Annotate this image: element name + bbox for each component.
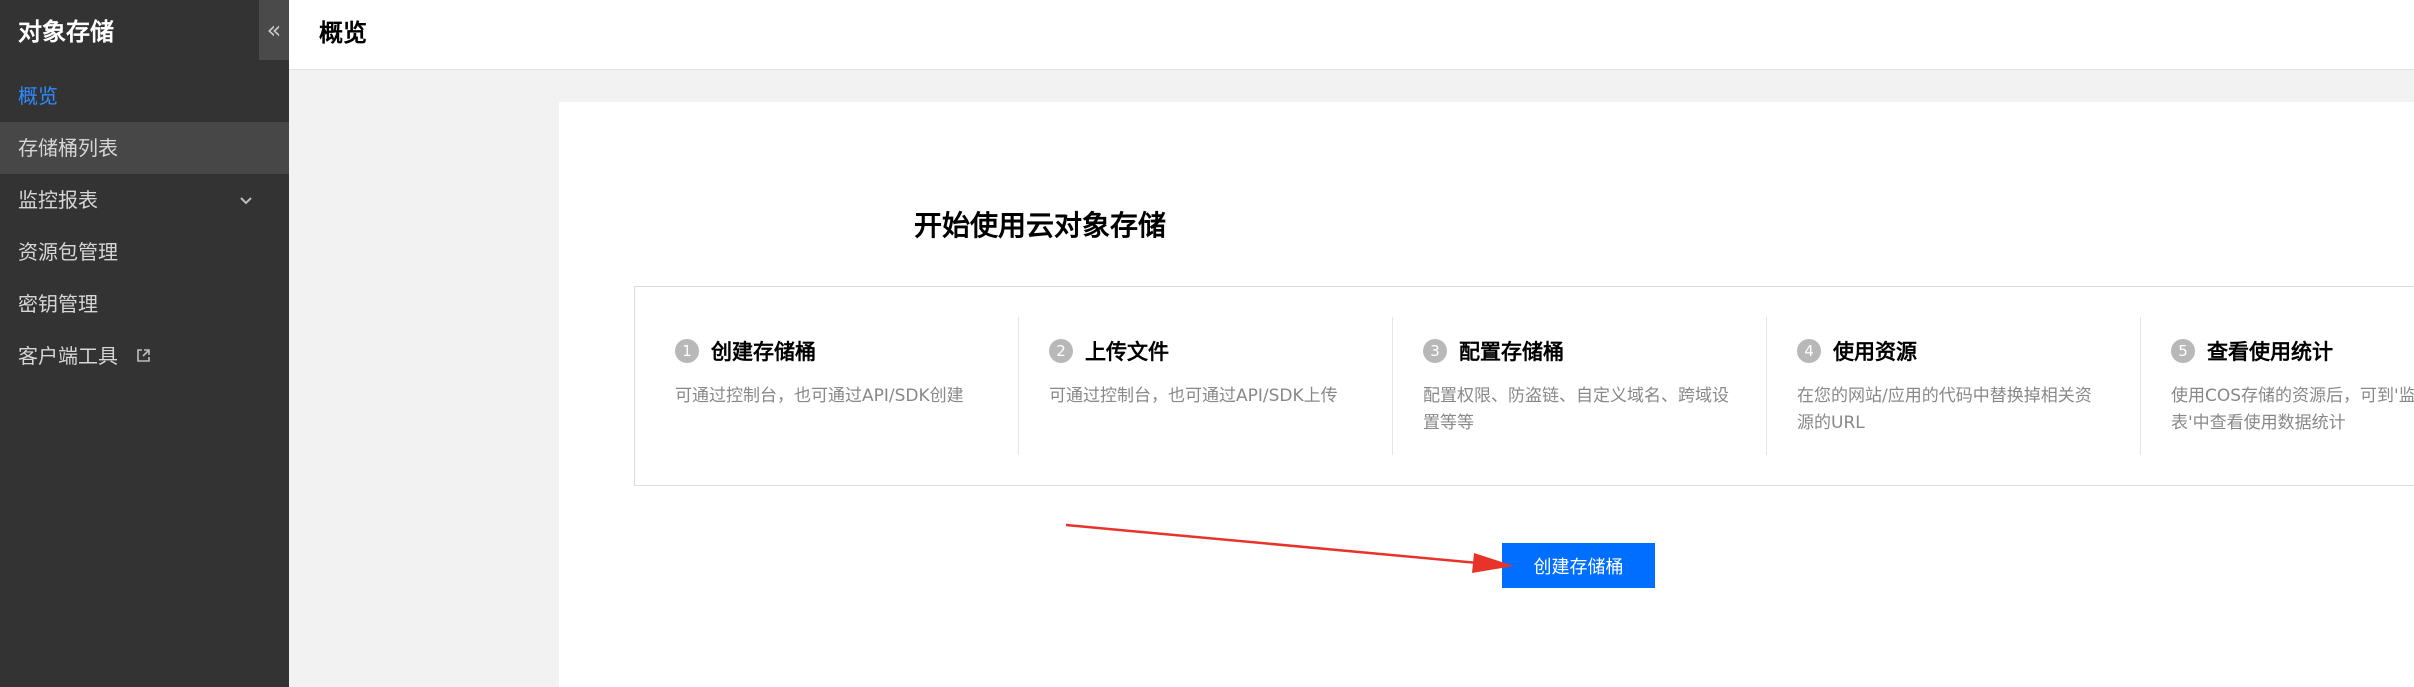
step-title: 创建存储桶 <box>711 340 816 364</box>
sidebar-item-label: 客户端工具 <box>18 344 118 368</box>
sidebar-item-label: 密钥管理 <box>18 292 98 316</box>
step-title: 查看使用统计 <box>2207 340 2333 364</box>
step-number-badge: 4 <box>1797 339 1821 363</box>
create-bucket-button[interactable]: 创建存储桶 <box>1502 543 1655 588</box>
sidebar-item-label: 概览 <box>18 84 58 108</box>
sidebar-item-label: 监控报表 <box>18 188 98 212</box>
step-number-badge: 5 <box>2171 339 2195 363</box>
sidebar-item-overview[interactable]: 概览 <box>0 70 289 122</box>
sidebar-item-resource-packages[interactable]: 资源包管理 <box>0 226 289 278</box>
chevron-down-icon <box>239 174 253 226</box>
sidebar-item-client-tools[interactable]: 客户端工具 <box>0 330 289 382</box>
sidebar: 对象存储 « 概览 存储桶列表 监控报表 资源包管理 密钥管理 客户端工具 <box>0 0 289 687</box>
step-title: 使用资源 <box>1833 340 1917 364</box>
sidebar-item-label: 资源包管理 <box>18 240 118 264</box>
sidebar-item-bucket-list[interactable]: 存储桶列表 <box>0 122 289 174</box>
sidebar-item-key-management[interactable]: 密钥管理 <box>0 278 289 330</box>
step-use-resources: 4 使用资源 在您的网站/应用的代码中替换掉相关资源的URL <box>1757 287 2131 487</box>
step-configure-bucket: 3 配置存储桶 配置权限、防盗链、自定义域名、跨域设置等等 <box>1383 287 1757 487</box>
step-number-badge: 1 <box>675 339 699 363</box>
double-chevron-left-icon: « <box>266 16 282 44</box>
steps-panel: 1 创建存储桶 可通过控制台，也可通过API/SDK创建 2 上传文件 可通过控… <box>634 286 2414 486</box>
step-number-badge: 2 <box>1049 339 1073 363</box>
step-number-badge: 3 <box>1423 339 1447 363</box>
page-header: 概览 <box>289 0 2414 70</box>
external-link-icon <box>136 332 151 384</box>
sidebar-item-label: 存储桶列表 <box>18 136 118 160</box>
collapse-sidebar-button[interactable]: « <box>259 0 289 60</box>
step-description: 可通过控制台，也可通过API/SDK上传 <box>1049 386 1338 406</box>
step-description: 在您的网站/应用的代码中替换掉相关资源的URL <box>1797 386 2092 433</box>
step-description: 配置权限、防盗链、自定义域名、跨域设置等等 <box>1423 386 1729 433</box>
page-title: 概览 <box>319 19 367 47</box>
step-title: 上传文件 <box>1085 340 1169 364</box>
getting-started-title: 开始使用云对象存储 <box>913 209 1167 242</box>
step-create-bucket: 1 创建存储桶 可通过控制台，也可通过API/SDK创建 <box>635 287 1009 487</box>
step-upload-file: 2 上传文件 可通过控制台，也可通过API/SDK上传 <box>1009 287 1383 487</box>
step-view-statistics: 5 查看使用统计 使用COS存储的资源后，可到'监控报表'中查看使用数据统计 <box>2131 287 2414 487</box>
step-title: 配置存储桶 <box>1459 340 1564 364</box>
step-description: 可通过控制台，也可通过API/SDK创建 <box>675 386 964 406</box>
sidebar-title: 对象存储 <box>18 18 114 46</box>
sidebar-item-monitoring-reports[interactable]: 监控报表 <box>0 174 289 226</box>
step-description: 使用COS存储的资源后，可到'监控报表'中查看使用数据统计 <box>2171 386 2414 433</box>
